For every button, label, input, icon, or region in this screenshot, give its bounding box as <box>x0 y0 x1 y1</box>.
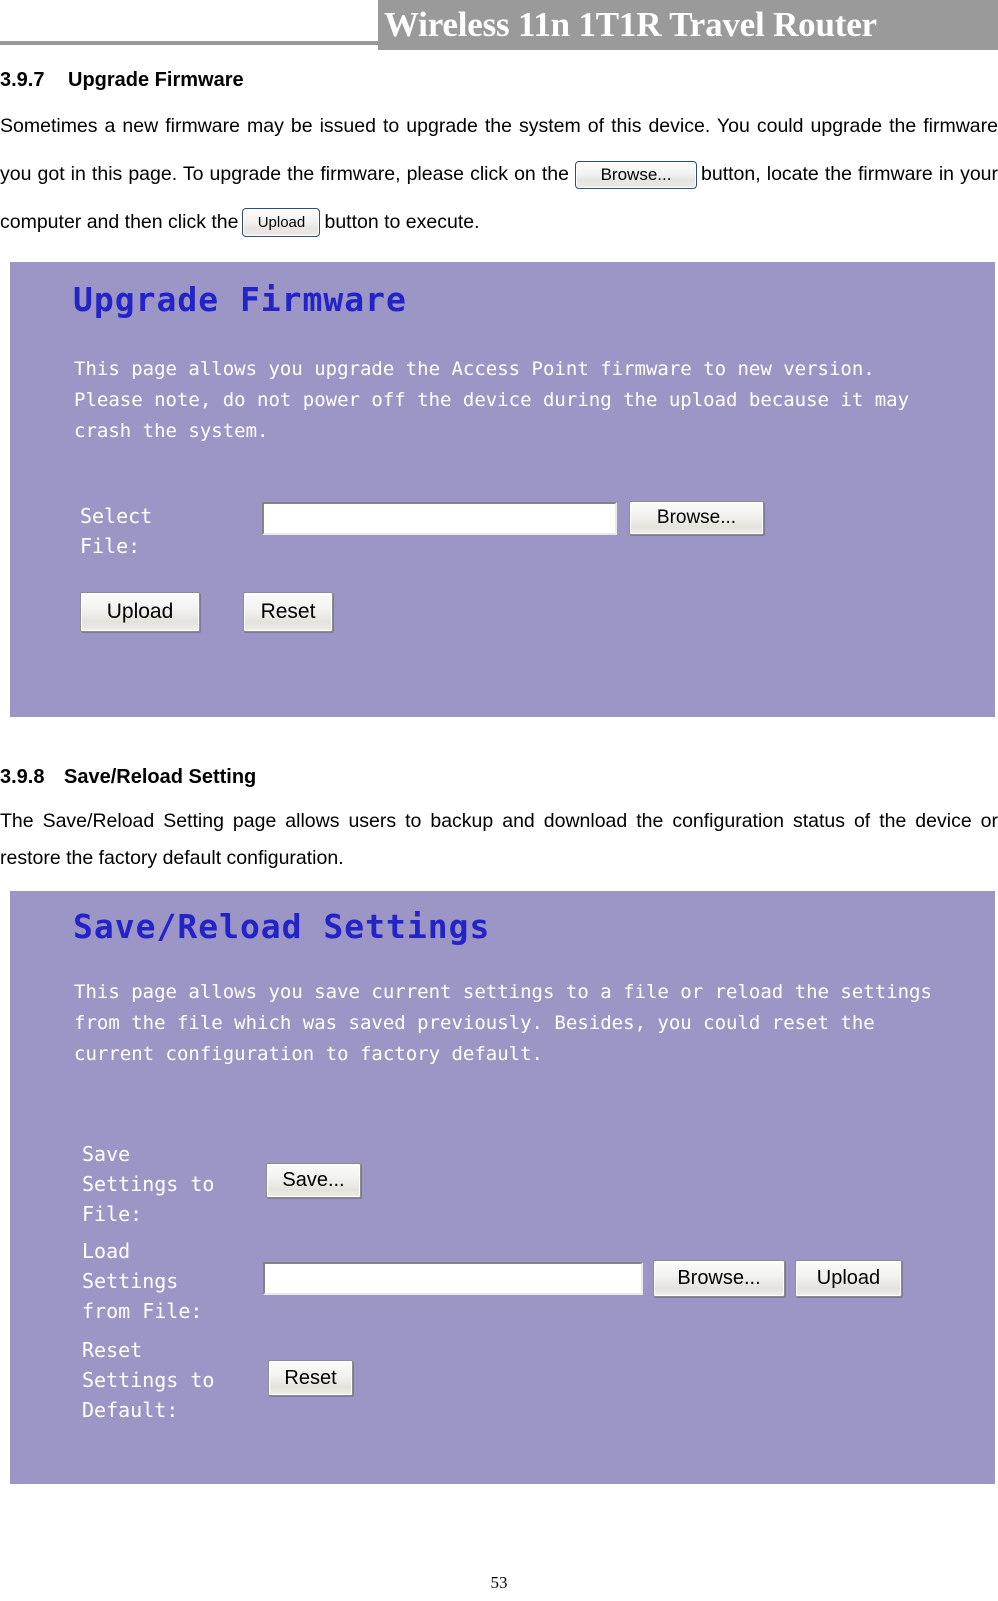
header-title-band: Wireless 11n 1T1R Travel Router <box>378 0 998 50</box>
screenshot-upgrade-title: Upgrade Firmware <box>73 280 407 319</box>
screenshot-upgrade-reset-button[interactable]: Reset <box>243 592 333 632</box>
document-title: Wireless 11n 1T1R Travel Router <box>384 5 877 44</box>
header-divider-rule <box>0 41 380 45</box>
section-number-3-9-8: 3.9.8 <box>0 766 45 788</box>
page-content: 3.9.7 Upgrade Firmware Sometimes a new fi… <box>0 68 998 1484</box>
screenshot-upgrade-browse-button[interactable]: Browse... <box>629 501 764 535</box>
screenshot-upgrade-upload-button[interactable]: Upload <box>80 592 200 632</box>
inline-browse-button[interactable]: Browse... <box>575 160 698 189</box>
screenshot-upgrade-firmware: Upgrade Firmware This page allows you up… <box>10 262 995 717</box>
page-footer: 53 <box>0 1573 998 1593</box>
inline-upload-button[interactable]: Upload <box>242 208 321 238</box>
save-settings-button[interactable]: Save... <box>266 1163 361 1198</box>
paragraph-upgrade-firmware-part3: button to execute. <box>324 211 480 233</box>
load-settings-from-file-label: Load Settings from File: <box>82 1239 203 1323</box>
paragraph-save-reload: The Save/Reload Setting page allows user… <box>0 810 998 869</box>
save-settings-to-file-label: Save Settings to File: <box>82 1142 215 1226</box>
section-heading-3-9-8: 3.9.8 Save/Reload Setting <box>0 765 998 789</box>
select-file-input[interactable] <box>262 502 617 535</box>
section-title-3-9-8: Save/Reload Setting <box>64 766 257 788</box>
section-title-3-9-7: Upgrade Firmware <box>68 69 244 91</box>
load-settings-input[interactable] <box>263 1262 643 1295</box>
screenshot-upgrade-description: This page allows you upgrade the Access … <box>74 358 910 442</box>
page-number: 53 <box>490 1573 508 1592</box>
reset-settings-button[interactable]: Reset <box>268 1360 353 1396</box>
paragraph-upgrade-firmware: Sometimes a new firmware may be issued t… <box>0 102 998 246</box>
section-heading-3-9-7: 3.9.7 Upgrade Firmware <box>0 68 998 92</box>
screenshot-save-reload: Save/Reload Settings This page allows yo… <box>10 891 995 1484</box>
section-number-3-9-7: 3.9.7 <box>0 69 45 91</box>
load-settings-browse-button[interactable]: Browse... <box>653 1260 785 1297</box>
screenshot-savereload-title: Save/Reload Settings <box>73 907 491 946</box>
reset-settings-to-default-label: Reset Settings to Default: <box>82 1338 215 1422</box>
screenshot-savereload-description: This page allows you save current settin… <box>74 981 932 1065</box>
load-settings-upload-button[interactable]: Upload <box>795 1260 902 1297</box>
select-file-label: Select File: <box>80 504 153 558</box>
page-header: Wireless 11n 1T1R Travel Router <box>0 0 998 50</box>
